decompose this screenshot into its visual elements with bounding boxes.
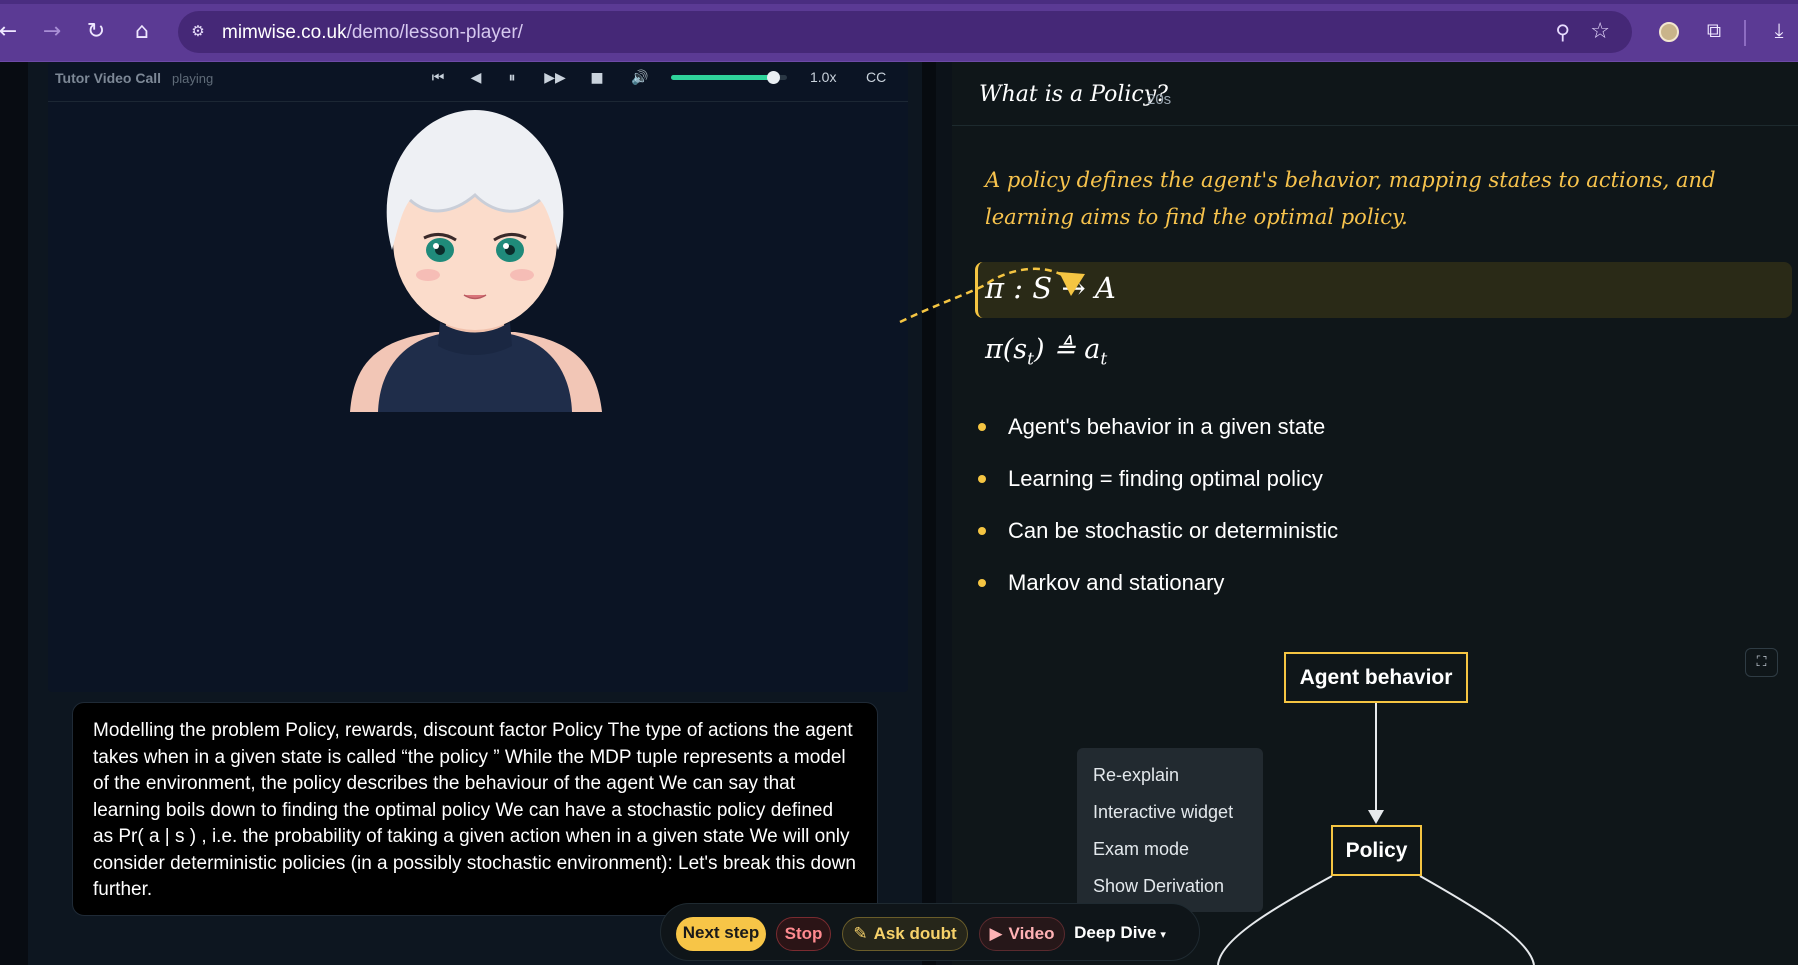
menu-item-re-explain[interactable]: Re-explain [1077, 757, 1263, 794]
panel-divider[interactable] [922, 62, 936, 965]
menu-item-exam-mode[interactable]: Exam mode [1077, 831, 1263, 868]
playback-speed[interactable]: 1.0x [810, 69, 836, 85]
fast-forward-icon[interactable]: ▶▶ [540, 66, 570, 90]
volume-fill [671, 75, 774, 80]
tab-strip [0, 0, 1798, 4]
url-text[interactable]: mimwise.co.uk/demo/lesson-player/ [222, 22, 523, 44]
address-bar[interactable]: ⚙ mimwise.co.uk/demo/lesson-player/ ⚲ ☆ [178, 11, 1632, 53]
video-title: Tutor Video Call [55, 70, 162, 86]
home-icon[interactable]: ⌂ [128, 18, 156, 46]
lesson-title: What is a Policy? [979, 82, 1168, 107]
video-button[interactable]: ▶ Video [979, 917, 1065, 951]
rewind-icon[interactable]: ◀ [466, 66, 486, 90]
profile-avatar-icon[interactable] [1659, 22, 1679, 42]
pencil-icon: ✎ [853, 924, 868, 944]
stop-button[interactable]: Stop [776, 917, 831, 951]
transcript-box: Modelling the problem Policy, rewards, d… [72, 702, 878, 916]
menu-item-interactive-widget[interactable]: Interactive widget [1077, 794, 1263, 831]
bullet-dot [978, 423, 986, 431]
lesson-duration: 20s [1147, 91, 1172, 108]
next-step-button[interactable]: Next step [676, 917, 766, 951]
extensions-icon[interactable]: ⧉ [1700, 18, 1728, 46]
left-gutter [0, 62, 28, 965]
list-item: Learning = finding optimal policy [975, 466, 1338, 518]
volume-slider[interactable] [671, 71, 787, 84]
menu-item-show-derivation[interactable]: Show Derivation [1077, 868, 1263, 905]
volume-icon[interactable]: 🔊 [630, 66, 650, 90]
diagram-node-agent-behavior: Agent behavior [1284, 652, 1468, 703]
transcript-text: Modelling the problem Policy, rewards, d… [93, 720, 856, 900]
list-item: Markov and stationary [975, 570, 1338, 622]
deep-dive-button[interactable]: Deep Dive ▾ [1073, 917, 1173, 951]
forward-icon[interactable]: → [38, 18, 66, 46]
ask-doubt-button[interactable]: ✎ Ask doubt [842, 917, 968, 951]
lesson-summary: A policy defines the agent's behavior, m… [985, 168, 1716, 229]
bullet-dot [978, 527, 986, 535]
zoom-icon[interactable]: ⚲ [1555, 20, 1570, 44]
volume-knob[interactable] [767, 71, 781, 84]
skip-back-icon[interactable]: ⏮ [428, 66, 448, 90]
reload-icon[interactable]: ↻ [82, 18, 110, 46]
diagram-node-policy: Policy [1331, 825, 1422, 876]
bullet-dot [978, 475, 986, 483]
stop-icon[interactable]: ■ [587, 66, 607, 90]
bookmark-star-icon[interactable]: ☆ [1590, 19, 1610, 44]
tutor-avatar [350, 110, 602, 412]
policy-action-formula: π(st) ≜ at [985, 334, 1108, 370]
toolbar-divider [1744, 20, 1746, 46]
list-item: Can be stochastic or deterministic [975, 518, 1338, 570]
video-status: playing [172, 71, 214, 86]
download-icon[interactable]: ⤓ [1765, 18, 1793, 46]
site-info-icon[interactable]: ⚙ [188, 22, 208, 42]
pause-icon[interactable]: ⏸ [502, 66, 522, 90]
list-item: Agent's behavior in a given state [975, 414, 1338, 466]
back-icon[interactable]: ← [0, 18, 22, 46]
play-icon: ▶ [989, 924, 1003, 944]
pointer-arrow [899, 267, 1085, 324]
bullet-dot [978, 579, 986, 587]
fullscreen-icon[interactable]: ⛶ [1745, 648, 1778, 677]
key-points-list: Agent's behavior in a given state Learni… [975, 414, 1338, 622]
deep-dive-menu: Re-explain Interactive widget Exam mode … [1077, 748, 1263, 912]
chevron-down-icon: ▾ [1160, 928, 1166, 941]
captions-toggle[interactable]: CC [866, 69, 886, 85]
